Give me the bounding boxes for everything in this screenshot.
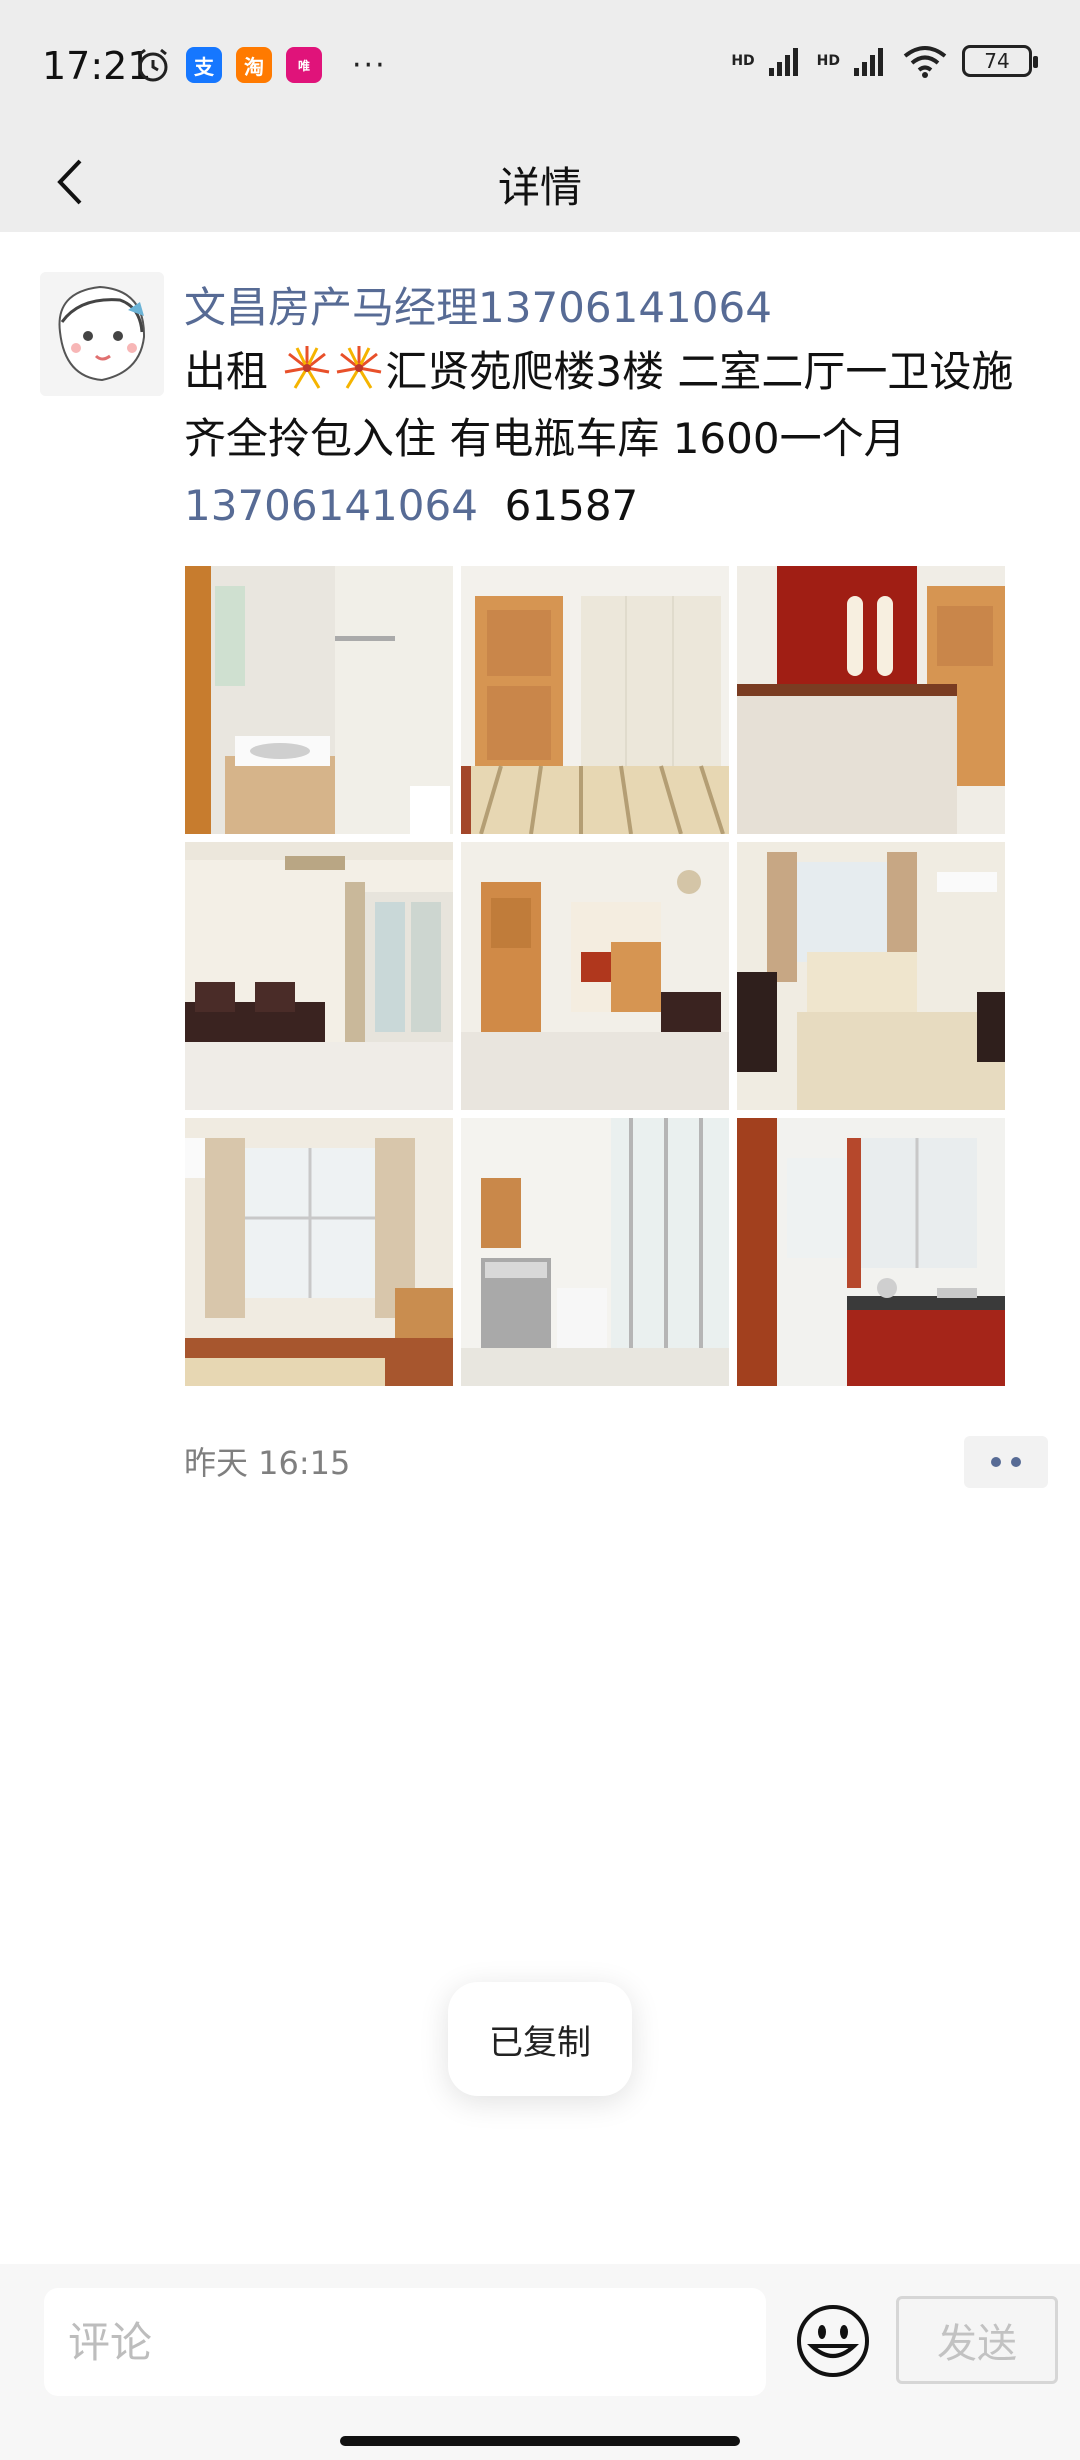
cellular-signal-icon-2	[854, 48, 883, 76]
bathroom-photo[interactable]	[185, 566, 453, 834]
vipshop-icon: 唯	[286, 47, 322, 83]
post-timestamp: 昨天 16:15	[184, 1444, 351, 1482]
bedroom-photo[interactable]	[461, 566, 729, 834]
post-text-prefix: 出租	[184, 347, 282, 396]
nav-bar: 详情	[0, 132, 1080, 232]
photo-grid	[185, 566, 1005, 1386]
bedroom-sofa-photo[interactable]	[737, 842, 1005, 1110]
author-avatar[interactable]	[40, 272, 164, 396]
battery-icon: 74	[962, 45, 1038, 77]
fireworks-emoji-icon	[285, 346, 330, 389]
copied-toast: 已复制	[448, 1982, 632, 2096]
status-bar: 17:21 支 淘 唯 ··· HD HD 74	[0, 0, 1080, 132]
battery-level: 74	[984, 49, 1010, 73]
alarm-icon	[138, 48, 168, 82]
post-text-suffix: 61587	[477, 481, 639, 530]
bedroom-window-photo[interactable]	[185, 1118, 453, 1386]
more-options-button[interactable]	[964, 1436, 1048, 1488]
status-notification-icons: 支 淘 唯 ···	[134, 46, 387, 84]
alipay-icon: 支	[186, 47, 222, 83]
status-system-icons: HD HD 74	[731, 44, 1038, 78]
taobao-icon: 淘	[236, 47, 272, 83]
signal-hd-label-1: HD	[731, 53, 755, 69]
author-name[interactable]: 文昌房产马经理13706141064	[184, 274, 772, 335]
more-notifications-icon: ···	[352, 47, 387, 83]
post-content: 出租 汇贤苑爬楼3楼 二室二厅一卫设施齐全拎包入住 有电瓶车库 1600一个月1…	[184, 338, 1024, 539]
page-title: 详情	[497, 163, 582, 212]
living-room-photo[interactable]	[185, 842, 453, 1110]
cellular-signal-icon-1	[768, 48, 798, 76]
balcony-washer-photo[interactable]	[461, 1118, 729, 1386]
comment-input[interactable]	[44, 2288, 766, 2396]
signal-hd-label-2: HD	[816, 53, 840, 69]
comment-bar: 发送	[0, 2264, 1080, 2460]
home-indicator[interactable]	[340, 2436, 740, 2446]
emoji-icon[interactable]	[794, 2302, 872, 2380]
kitchen-photo[interactable]	[737, 1118, 1005, 1386]
wifi-icon	[903, 46, 947, 78]
bedroom-red-wardrobe-photo[interactable]	[737, 566, 1005, 834]
send-button[interactable]: 发送	[896, 2296, 1058, 2384]
fireworks-emoji-icon	[337, 346, 382, 389]
phone-link[interactable]: 13706141064	[184, 481, 478, 530]
hallway-dining-photo[interactable]	[461, 842, 729, 1110]
avatar-illustration	[40, 272, 164, 396]
